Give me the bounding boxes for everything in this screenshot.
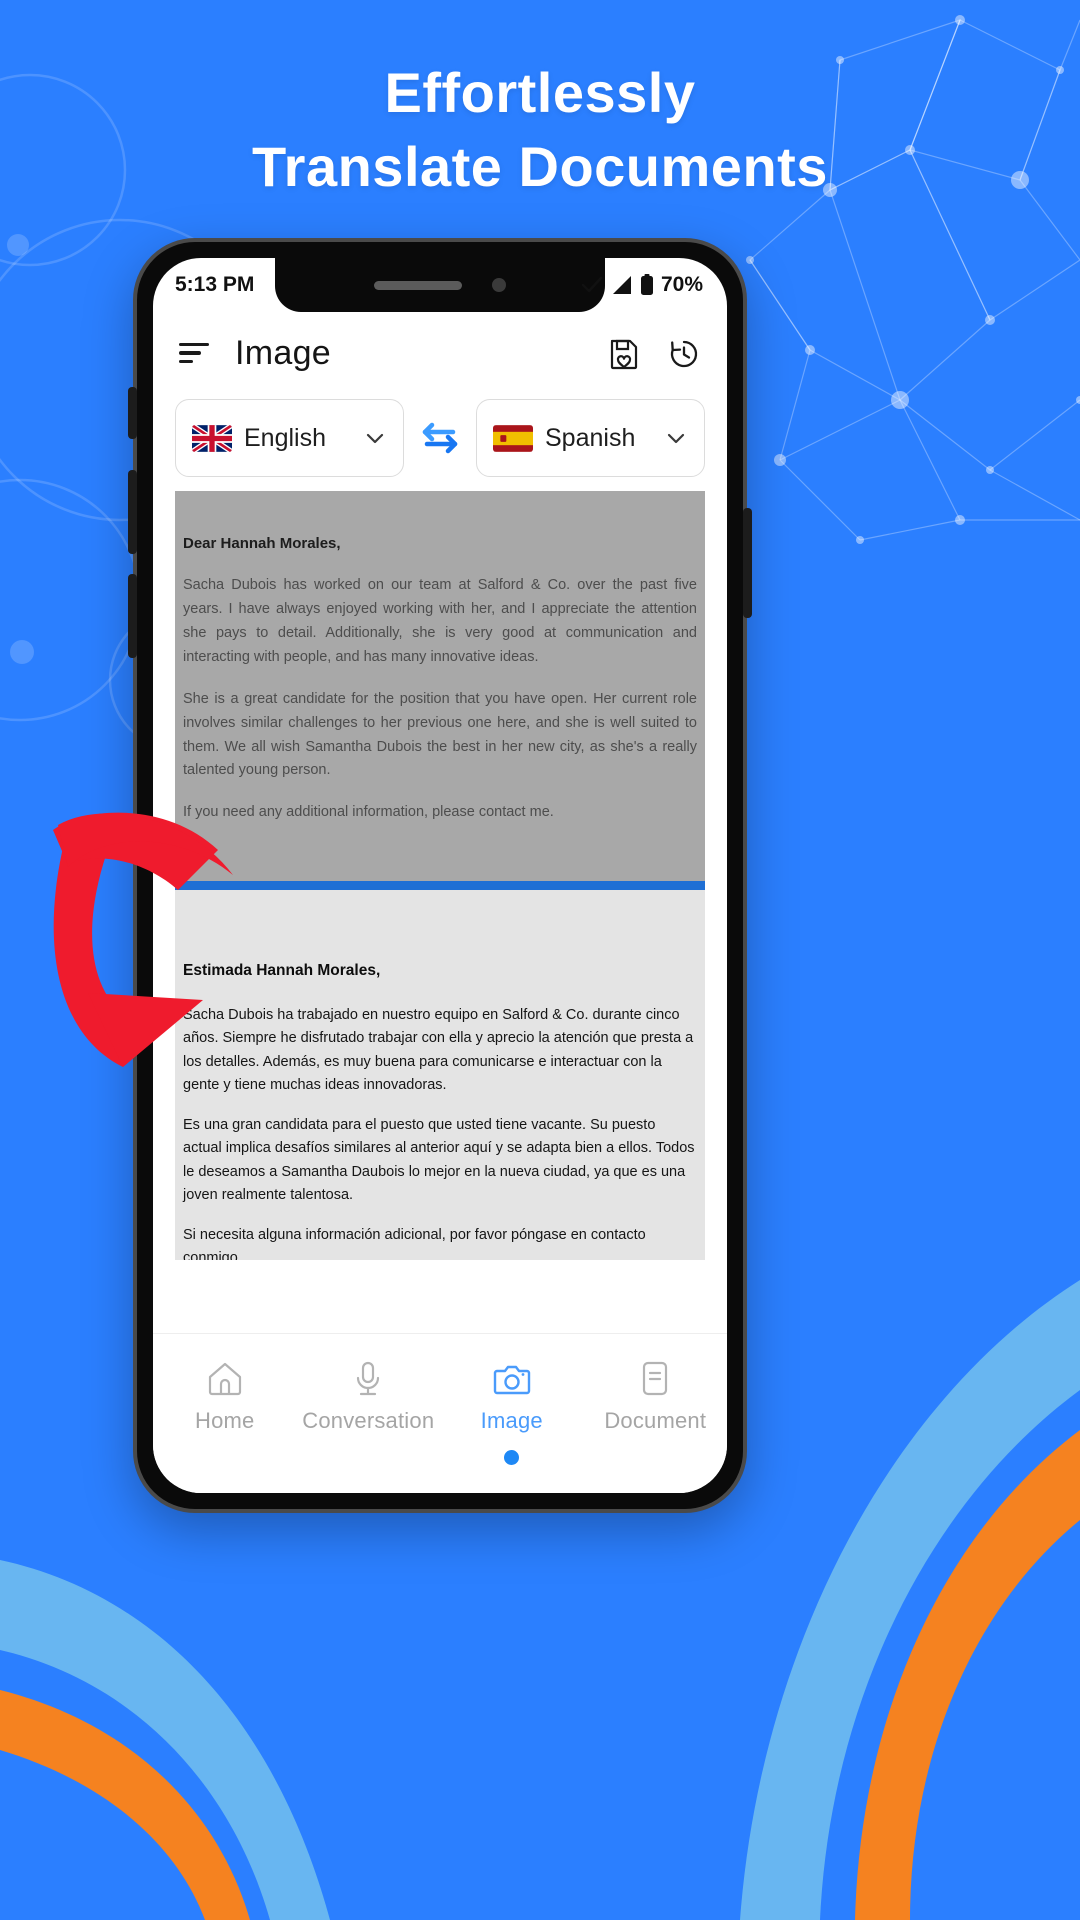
orange-sweep [0,1470,680,1850]
source-salutation: Dear Hannah Morales, [183,535,341,552]
nav-item-document[interactable]: Document [584,1360,728,1434]
chevron-down-icon[interactable] [664,426,688,450]
menu-line-3 [179,359,193,363]
header-actions [607,337,701,371]
status-time: 5:13 PM [175,273,255,296]
chevron-down-icon[interactable] [363,426,387,450]
microphone-icon [357,1361,380,1396]
nav-label-document: Document [604,1408,707,1433]
translated-paragraph-2: Es una gran candidata para el puesto que… [183,1116,695,1204]
camera-icon [493,1365,530,1395]
target-language-label: Spanish [545,423,636,452]
phone-button-volume-up [128,470,137,554]
nav-label-home: Home [195,1408,255,1433]
menu-line-1 [179,342,209,346]
menu-line-2 [179,351,201,355]
app-header: Image [153,312,727,391]
battery-icon [640,274,653,295]
translated-paragraph-3: Si necesita alguna información adicional… [183,1226,646,1260]
document-icon [643,1361,668,1396]
spain-flag [493,424,533,452]
uk-flag [192,424,232,452]
home-icon [208,1362,241,1396]
language-bar: English Spanish [153,391,727,477]
phone-button-volume-down [128,574,137,658]
source-language-label: English [244,423,326,452]
page-title: Image [235,334,331,372]
target-language-select[interactable]: Spanish [476,399,705,477]
headline-line-1: Effortlessly [384,61,696,124]
source-language-select[interactable]: English [175,399,404,477]
phone-button-power [743,508,752,618]
swap-languages-icon[interactable] [414,421,466,455]
headline-line-2: Translate Documents [252,134,828,198]
check-icon [581,276,603,293]
nav-label-conversation: Conversation [302,1408,435,1433]
status-indicators: 70% [581,273,703,297]
source-paragraph-2: She is a great candidate for the positio… [183,690,697,779]
history-icon[interactable] [667,337,701,371]
nav-item-image[interactable]: Image [440,1360,584,1465]
nav-item-home[interactable]: Home [153,1360,297,1434]
battery-percent: 70% [660,273,703,296]
bottom-navigation: Home Conversation Image Document [153,1333,727,1493]
red-arrow-graphic [53,812,233,1067]
active-tab-indicator [504,1450,520,1465]
hamburger-menu-icon[interactable] [179,342,209,365]
nav-label-image: Image [480,1408,543,1433]
nav-item-conversation[interactable]: Conversation [297,1360,441,1434]
source-paragraph-1: Sacha Dubois has worked on our team at S… [183,577,697,665]
status-bar: 5:13 PM 70% [153,258,727,312]
phone-button-silent [128,387,137,439]
promo-headline: Effortlessly Translate Documents [0,56,1080,204]
save-favorite-icon[interactable] [607,337,641,371]
signal-icon [612,276,631,294]
